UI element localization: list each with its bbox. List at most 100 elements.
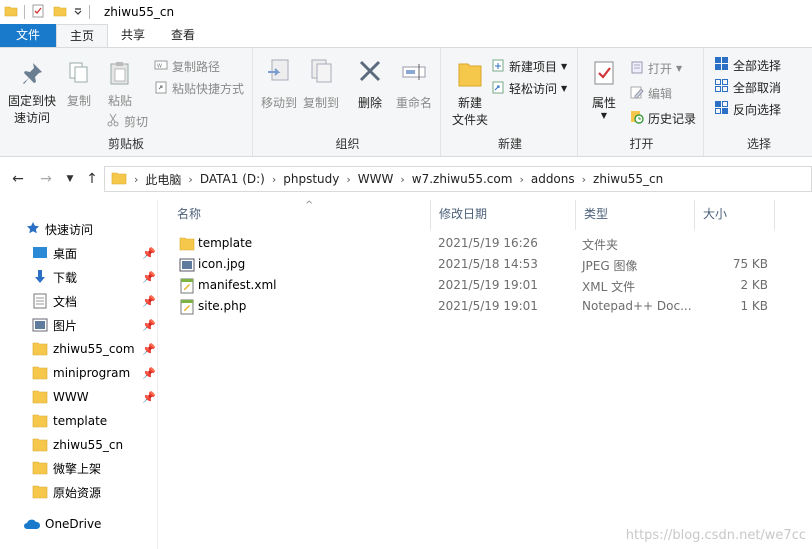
column-header-date[interactable]: 修改日期 (431, 200, 576, 230)
breadcrumb-item[interactable]: WWW (358, 172, 394, 186)
pin-quick-access-label: 固定到快 速访问 (7, 94, 56, 125)
invert-selection-button[interactable]: 反向选择 (714, 99, 781, 119)
nav-item-downloads[interactable]: 下载 📌 (0, 266, 158, 288)
nav-item-folder[interactable]: 原始资源 (0, 481, 158, 503)
paste-icon (102, 60, 138, 91)
nav-quick-access[interactable]: 快速访问 (0, 218, 158, 240)
file-size: 75 KB (732, 257, 768, 271)
navigation-bar: ← → ▼ ↑ › 此电脑 › DATA1 (D:) › phpstudy › … (0, 164, 812, 194)
copy-path-button[interactable]: W 复制路径 (154, 56, 220, 76)
pin-icon: 📌 (142, 342, 156, 356)
nav-item-folder[interactable]: miniprogram 📌 (0, 362, 158, 384)
paste-shortcut-icon (154, 80, 168, 97)
breadcrumb-item[interactable]: 此电脑 (145, 171, 181, 188)
tab-view[interactable]: 查看 (158, 24, 208, 48)
nav-item-folder[interactable]: 微擎上架 (0, 457, 158, 479)
pin-icon (4, 60, 60, 91)
breadcrumb-item[interactable]: addons (531, 172, 575, 186)
history-button[interactable]: 历史记录 (630, 108, 696, 128)
invert-selection-label: 反向选择 (733, 102, 782, 117)
toolbar-separator (24, 5, 25, 19)
new-folder-icon[interactable] (53, 4, 67, 21)
column-header-type[interactable]: 类型 (576, 200, 695, 230)
column-date-label: 修改日期 (439, 207, 488, 221)
select-none-button[interactable]: 全部取消 (714, 77, 781, 97)
new-item-button[interactable]: 新建项目 ▼ (491, 56, 567, 76)
organize-group-label: 组织 (335, 137, 360, 151)
up-button[interactable]: ↑ (82, 169, 102, 189)
nav-onedrive[interactable]: OneDrive (0, 513, 158, 535)
folder-icon (32, 390, 48, 407)
edit-label: 编辑 (648, 86, 673, 101)
history-label: 历史记录 (648, 111, 697, 126)
file-row[interactable]: site.php 2021/5/19 19:01 Notepad++ Doc..… (160, 297, 812, 318)
customize-dropdown-icon[interactable] (73, 5, 83, 19)
delete-button[interactable]: 删除 (353, 58, 387, 112)
move-to-button[interactable]: 移动到 (259, 58, 299, 112)
file-date: 2021/5/19 19:01 (438, 299, 538, 313)
paste-button[interactable]: 粘贴 (102, 60, 138, 110)
copy-path-icon: W (154, 58, 168, 75)
easy-access-button[interactable]: 轻松访问 ▼ (491, 78, 567, 98)
file-row[interactable]: manifest.xml 2021/5/19 19:01 XML 文件 2 KB (160, 276, 812, 297)
edit-button[interactable]: 编辑 (630, 83, 672, 103)
nav-item-folder[interactable]: WWW 📌 (0, 386, 158, 408)
nav-onedrive-label: OneDrive (45, 517, 102, 531)
recent-locations-button[interactable]: ▼ (60, 169, 80, 189)
properties-icon (586, 60, 622, 93)
breadcrumb-item[interactable]: zhiwu55_cn (593, 172, 663, 186)
nav-item-pictures[interactable]: 图片 📌 (0, 314, 158, 336)
breadcrumb-separator-icon: › (519, 172, 524, 186)
back-button[interactable]: ← (8, 169, 28, 189)
invert-selection-icon (714, 100, 729, 118)
back-arrow-icon: ← (12, 171, 24, 187)
address-bar[interactable]: › 此电脑 › DATA1 (D:) › phpstudy › WWW › w7… (104, 166, 812, 192)
nav-item-label: 原始资源 (53, 485, 102, 500)
nav-item-folder[interactable]: zhiwu55_com 📌 (0, 338, 158, 360)
xml-file-icon (179, 278, 195, 297)
copy-button[interactable]: 复制 (62, 60, 96, 110)
paste-shortcut-button[interactable]: 粘贴快捷方式 (154, 78, 244, 98)
nav-item-label: miniprogram (53, 366, 131, 380)
pin-quick-access-button[interactable]: 固定到快 速访问 (4, 60, 60, 127)
breadcrumb-item[interactable]: DATA1 (D:) (200, 172, 265, 186)
copy-to-button[interactable]: 复制到 (301, 58, 341, 112)
breadcrumb-item[interactable]: w7.zhiwu55.com (412, 172, 513, 186)
chevron-down-icon: ▼ (66, 174, 74, 184)
pin-icon: 📌 (142, 270, 156, 284)
pin-icon: 📌 (142, 366, 156, 380)
file-row[interactable]: icon.jpg 2021/5/18 14:53 JPEG 图像 75 KB (160, 255, 812, 276)
column-header-size[interactable]: 大小 (695, 200, 775, 230)
breadcrumb-separator-icon: › (134, 172, 139, 186)
image-file-icon (179, 257, 195, 276)
nav-item-folder[interactable]: template (0, 410, 158, 432)
forward-button[interactable]: → (36, 169, 56, 189)
nav-item-documents[interactable]: 文档 📌 (0, 290, 158, 312)
select-none-label: 全部取消 (733, 80, 782, 95)
new-group: 新建 文件夹 新建项目 ▼ 轻松访问 ▼ 新建 (443, 48, 578, 156)
desktop-icon (32, 246, 48, 263)
tab-file[interactable]: 文件 (0, 24, 56, 48)
breadcrumb-item[interactable]: phpstudy (283, 172, 339, 186)
properties-button[interactable]: 属性 ▼ (586, 60, 622, 120)
copy-icon (62, 60, 96, 91)
rename-icon (391, 58, 437, 93)
column-header-name[interactable]: 名称 ^ (169, 200, 431, 230)
select-all-button[interactable]: 全部选择 (714, 55, 781, 75)
properties-icon[interactable] (31, 4, 45, 21)
cut-button[interactable]: 剪切 (106, 111, 148, 131)
tab-share[interactable]: 共享 (108, 24, 158, 48)
column-name-label: 名称 (177, 207, 202, 221)
tab-home[interactable]: 主页 (56, 24, 109, 48)
file-type: 文件夹 (582, 238, 619, 252)
quick-access-toolbar (0, 0, 96, 24)
rename-button[interactable]: 重命名 (391, 58, 437, 112)
new-folder-button[interactable]: 新建 文件夹 (447, 60, 493, 129)
open-button[interactable]: 打开 ▼ (630, 58, 682, 78)
clipboard-group-label: 剪贴板 (107, 137, 144, 151)
nav-item-folder[interactable]: zhiwu55_cn (0, 434, 158, 456)
file-row[interactable]: template 2021/5/19 16:26 文件夹 (160, 234, 812, 255)
nav-item-desktop[interactable]: 桌面 📌 (0, 242, 158, 264)
file-name: site.php (198, 299, 247, 313)
organize-group: 移动到 复制到 删除 重命名 组织 (255, 48, 441, 156)
